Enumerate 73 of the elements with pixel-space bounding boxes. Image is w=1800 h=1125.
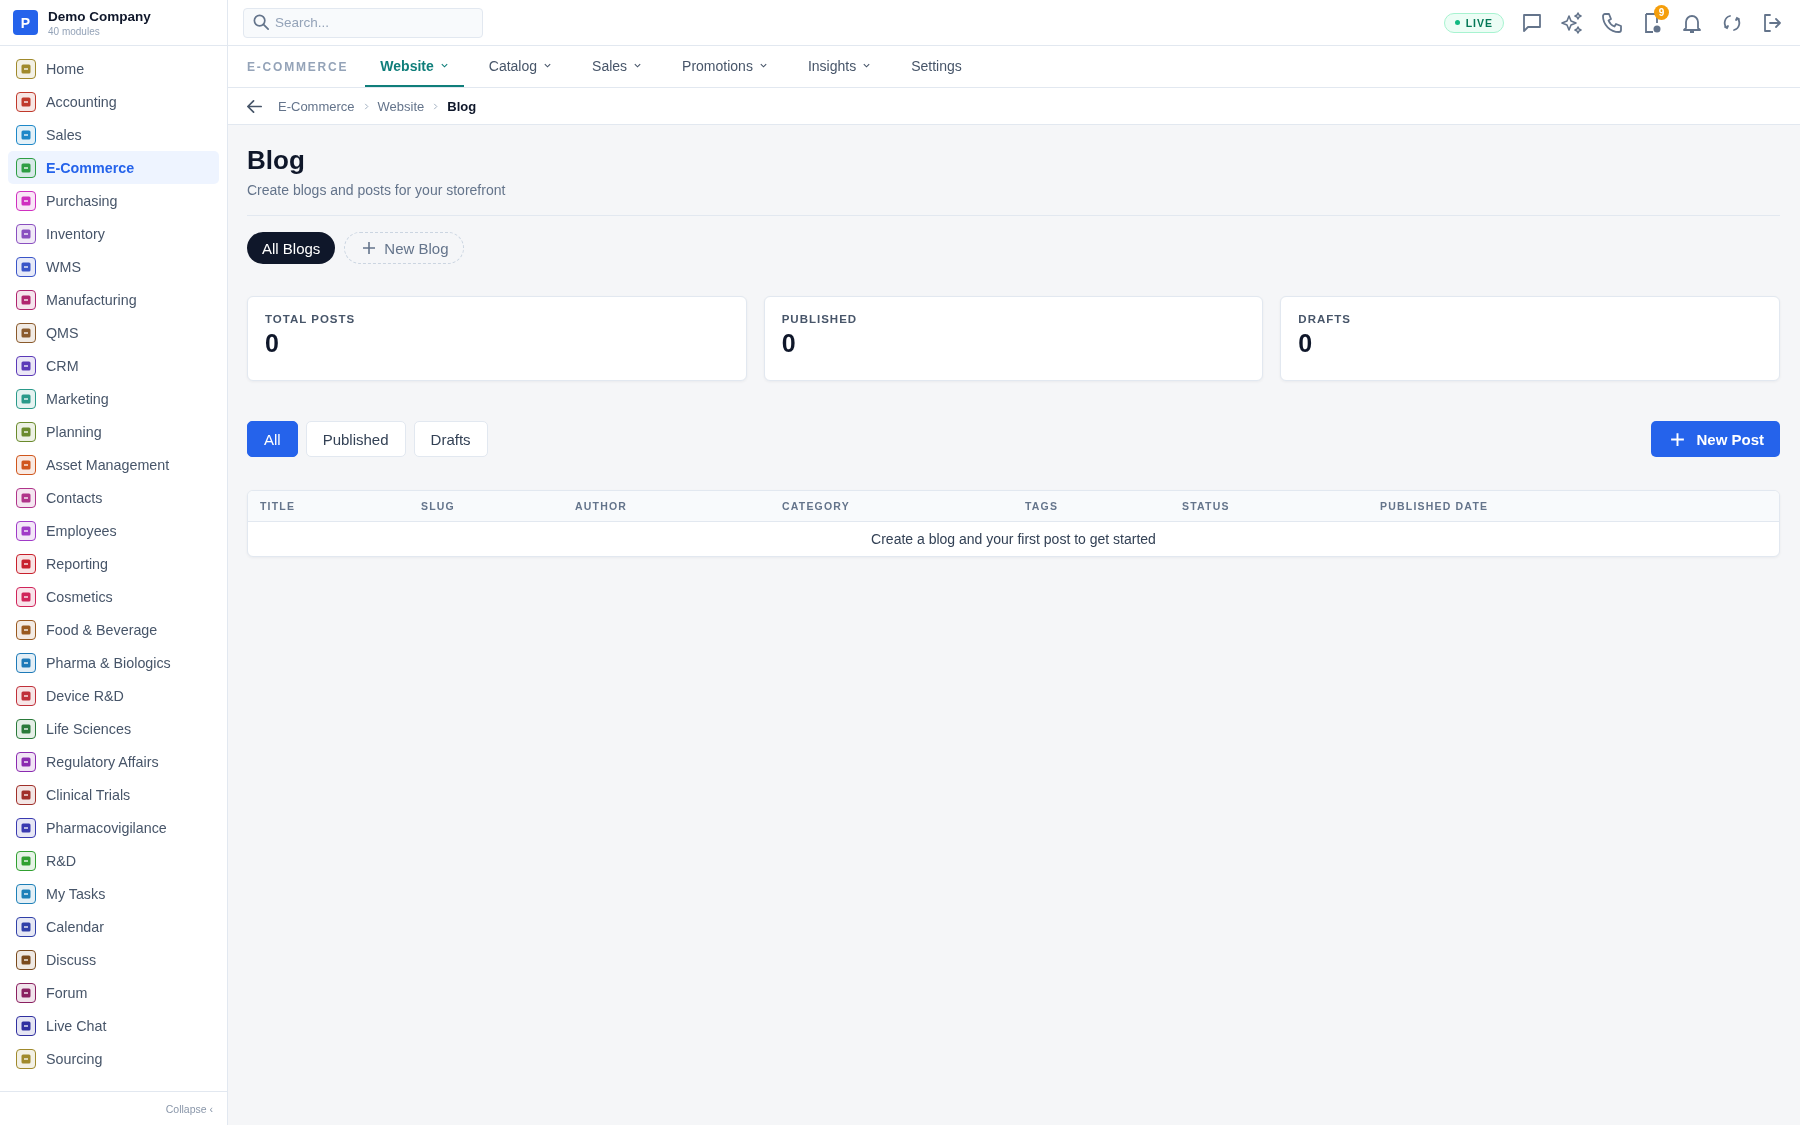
phone-icon[interactable] [1600, 10, 1624, 35]
chevron-right-icon [432, 102, 440, 110]
sidebar-item[interactable]: Pharma & Biologics [8, 646, 219, 679]
nav-tab[interactable]: Promotions [667, 46, 783, 87]
stat-label: DRAFTS [1298, 313, 1352, 325]
module-label: E-COMMERCE [247, 58, 349, 76]
column-header: CATEGORY [782, 500, 851, 512]
column-header: TITLE [260, 500, 297, 512]
sidebar-item[interactable]: QMS [8, 316, 219, 349]
sidebar-item[interactable]: R&D [8, 844, 219, 877]
stat-label: PUBLISHED [781, 313, 859, 325]
sidebar-item[interactable]: Regulatory Affairs [8, 745, 219, 778]
stat-value: 0 [265, 329, 280, 358]
sidebar-item[interactable]: Device R&D [8, 679, 219, 712]
chevron-right-icon [362, 102, 370, 110]
column-header: TAGS [1025, 500, 1060, 512]
column-header: PUBLISHED DATE [1380, 500, 1490, 512]
sidebar-item[interactable]: Marketing [8, 382, 219, 415]
new-post-button[interactable]: New Post [1651, 421, 1780, 457]
empty-message: Create a blog and your first post to get started [870, 530, 1157, 549]
sidebar-item[interactable]: CRM [8, 349, 219, 382]
stat-value: 0 [781, 329, 797, 358]
filter-tab[interactable]: All [247, 421, 298, 457]
sidebar-item[interactable]: Food & Beverage [8, 613, 219, 646]
breadcrumb-link[interactable]: E-Commerce [278, 98, 355, 114]
filter-tab[interactable]: Drafts [413, 421, 488, 457]
nav-tab[interactable]: Sales [577, 46, 658, 87]
nav-tab[interactable]: Insights [792, 46, 887, 87]
blog-chip[interactable]: All Blogs [247, 232, 336, 264]
nav-tab[interactable]: Settings [896, 46, 977, 87]
sidebar-item[interactable]: Inventory [8, 217, 219, 250]
live-badge: LIVE [1443, 12, 1504, 33]
sidebar-item[interactable]: Clinical Trials [8, 778, 219, 811]
sidebar-item[interactable]: Asset Management [8, 448, 219, 481]
company-logo: P [13, 10, 38, 35]
column-header: STATUS [1182, 500, 1231, 512]
plus-icon [1669, 430, 1687, 448]
sidebar-item[interactable]: E-Commerce [8, 151, 219, 184]
company-name: Demo Company [48, 8, 151, 24]
sparkle-icon[interactable] [1560, 10, 1584, 35]
module-count: 40 modules [48, 25, 101, 37]
sidebar-item[interactable]: Purchasing [8, 184, 219, 217]
breadcrumb-link[interactable]: Website [377, 98, 425, 114]
sidebar-item[interactable]: Cosmetics [8, 580, 219, 613]
search-field[interactable]: Search... [243, 7, 483, 38]
search-icon [252, 12, 271, 32]
sidebar-item[interactable]: Sourcing [8, 1042, 219, 1075]
sidebar-item[interactable]: Manufacturing [8, 283, 219, 316]
sidebar-item[interactable]: Home [8, 52, 219, 85]
sidebar-item[interactable]: Sales [8, 118, 219, 151]
sidebar-item[interactable]: Live Chat [8, 1009, 219, 1042]
sidebar-item[interactable]: Pharmacovigilance [8, 811, 219, 844]
sidebar-item[interactable]: Accounting [8, 85, 219, 118]
plus-icon [361, 240, 378, 256]
sidebar-item[interactable]: Contacts [8, 481, 219, 514]
page-subtitle: Create blogs and posts for your storefront [247, 182, 507, 198]
sidebar-item[interactable]: Calendar [8, 910, 219, 943]
nav-tab[interactable]: Catalog [473, 46, 568, 87]
column-header: AUTHOR [575, 500, 629, 512]
filter-tab[interactable]: Published [305, 421, 406, 457]
column-header: SLUG [421, 500, 456, 512]
sidebar-item[interactable]: Discuss [8, 943, 219, 976]
sidebar-item[interactable]: Life Sciences [8, 712, 219, 745]
notification-count: 9 [1654, 4, 1669, 20]
sidebar-item[interactable]: Forum [8, 976, 219, 1009]
sidebar-item[interactable]: Employees [8, 514, 219, 547]
sidebar-item[interactable]: Reporting [8, 547, 219, 580]
sidebar-item[interactable]: My Tasks [8, 877, 219, 910]
sidebar-item[interactable]: Planning [8, 415, 219, 448]
sidebar-item[interactable]: WMS [8, 250, 219, 283]
stat-label: TOTAL POSTS [265, 313, 357, 325]
stat-value: 0 [1298, 329, 1314, 358]
page-title: Blog [247, 145, 306, 176]
